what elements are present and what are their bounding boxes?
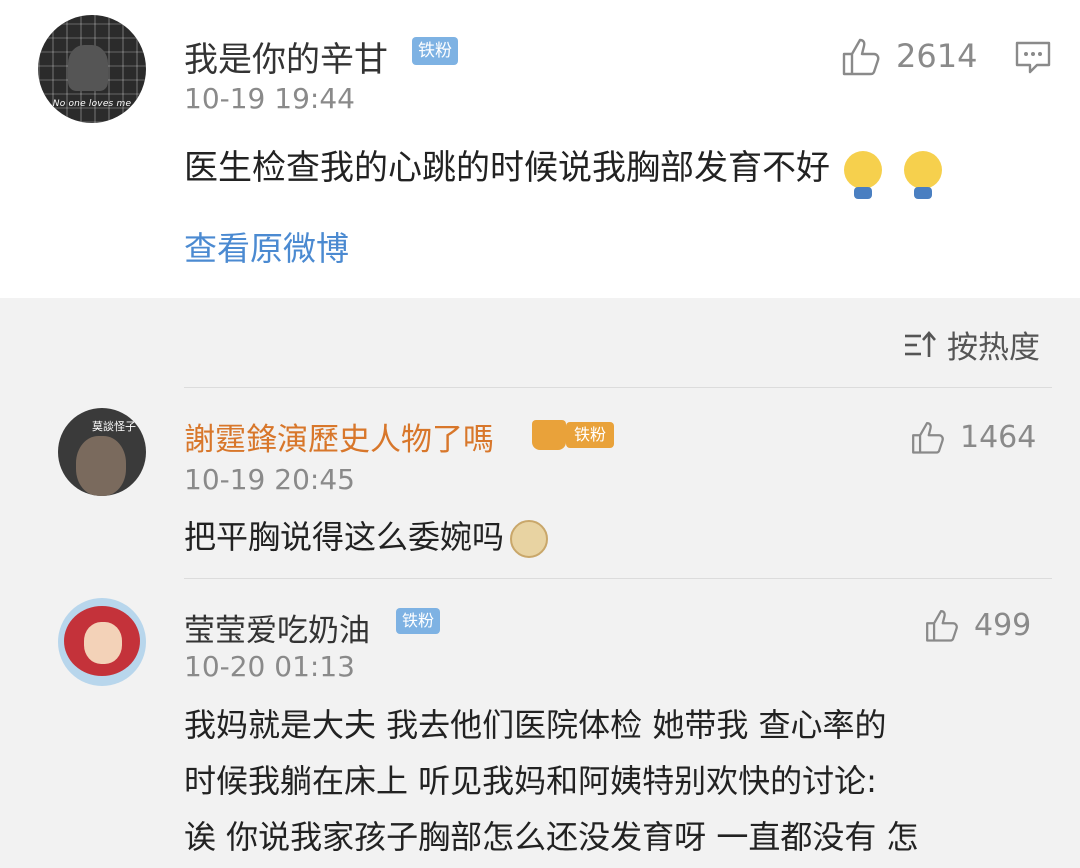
fan-badge: 铁粉 (396, 608, 441, 634)
comment-button[interactable] (1014, 40, 1052, 80)
avatar[interactable] (58, 598, 146, 686)
like-button[interactable]: 1464 (908, 418, 1036, 456)
post-text-content: 医生检查我的心跳的时候说我胸部发育不好 (184, 148, 830, 188)
comment-text: 把平胸说得这么委婉吗 (184, 512, 549, 558)
avatar-figure (68, 45, 108, 91)
avatar-tag: 莫談怪子 (92, 420, 136, 433)
comment-time: 10-19 20:45 (184, 463, 355, 496)
username[interactable]: 莹莹爱吃奶油 (184, 605, 370, 650)
avatar[interactable]: 莫談怪子 (58, 408, 146, 496)
divider (184, 578, 1052, 579)
like-count: 2614 (896, 37, 978, 75)
like-count: 1464 (960, 419, 1037, 455)
thumbs-up-icon (926, 610, 958, 642)
post-time: 10-19 19:44 (184, 82, 355, 115)
comment-text-content: 把平胸说得这么委婉吗 (184, 518, 505, 556)
comment-time: 10-20 01:13 (184, 650, 355, 683)
fan-badge: 铁粉 (412, 37, 458, 65)
post-text: 医生检查我的心跳的时候说我胸部发育不好 (184, 140, 942, 199)
avatar-figure (76, 436, 126, 496)
laughing-emoji-icon (904, 150, 942, 199)
username[interactable]: 我是你的辛甘 (184, 32, 388, 81)
fan-badge: 铁粉 (566, 422, 615, 448)
crown-icon (532, 420, 566, 450)
sort-label: 按热度 (947, 330, 1040, 366)
view-original-link[interactable]: 查看原微博 (184, 222, 349, 270)
avatar-figure (84, 622, 122, 664)
thumbs-up-icon (912, 422, 944, 454)
sort-by-hot-button[interactable]: 按热度 (903, 322, 1040, 367)
like-count: 499 (974, 607, 1032, 643)
avatar-caption: No one loves me (52, 99, 132, 109)
like-button[interactable]: 2614 (838, 34, 977, 78)
comment-text-line: 诶 你说我家孩子胸部怎么还没发育呀 一直都没有 怎 (184, 818, 919, 856)
thumbs-up-icon (842, 38, 880, 76)
comment-icon (1015, 41, 1051, 74)
doge-emoji-icon (510, 520, 549, 558)
main-post: No one loves me 我是你的辛甘 铁粉 10-19 19:44 26… (0, 0, 1080, 298)
divider (184, 387, 1052, 388)
username[interactable]: 謝霆鋒演歷史人物了嗎 (184, 414, 494, 459)
comment-text-line: 我妈就是大夫 我去他们医院体检 她带我 查心率的 (184, 706, 887, 744)
like-button[interactable]: 499 (922, 606, 1031, 644)
sort-icon (905, 330, 936, 357)
avatar[interactable]: No one loves me (38, 15, 146, 123)
laughing-emoji-icon (844, 150, 882, 199)
comment-text-line: 时候我躺在床上 听见我妈和阿姨特别欢快的讨论: (184, 762, 877, 800)
